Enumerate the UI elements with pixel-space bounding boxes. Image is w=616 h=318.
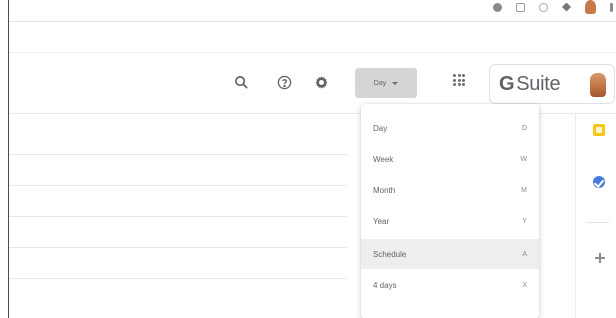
menu-item-year[interactable]: Year Y xyxy=(361,206,539,236)
add-icon[interactable] xyxy=(595,253,605,263)
gsuite-logo: G Suite xyxy=(499,72,561,96)
search-icon[interactable] xyxy=(231,72,251,92)
menu-item-label: Schedule xyxy=(373,249,407,259)
chevron-down-icon xyxy=(392,81,399,85)
menu-item-shortcut: X xyxy=(522,281,527,289)
calendar-toolbar: Day G Suite xyxy=(9,64,616,104)
settings-icon[interactable] xyxy=(311,72,331,92)
menu-item-4-days[interactable]: 4 days X xyxy=(361,270,539,300)
menu-item-shortcut: W xyxy=(520,155,527,163)
extension-icon[interactable] xyxy=(539,2,548,12)
calendar-grid-line xyxy=(9,278,347,279)
browser-menu-icon[interactable] xyxy=(610,2,613,12)
avatar[interactable] xyxy=(590,73,606,97)
extension-icon[interactable] xyxy=(562,2,571,12)
menu-item-label: 4 days xyxy=(373,280,397,290)
menu-item-month[interactable]: Month M xyxy=(361,175,539,205)
keep-icon[interactable] xyxy=(593,124,605,136)
menu-item-shortcut: A xyxy=(522,250,527,258)
calendar-grid-line xyxy=(9,154,347,155)
menu-item-schedule[interactable]: Schedule A xyxy=(361,239,539,269)
menu-item-week[interactable]: Week W xyxy=(361,144,539,174)
menu-item-label: Day xyxy=(373,123,388,133)
divider xyxy=(587,222,609,223)
view-select-label: Day xyxy=(373,79,387,87)
browser-extension-icons xyxy=(493,0,613,14)
menu-item-shortcut: M xyxy=(521,186,527,194)
apps-grid-icon[interactable] xyxy=(453,74,465,86)
calendar-grid-line xyxy=(9,185,347,186)
divider xyxy=(9,52,616,53)
extension-icon[interactable] xyxy=(493,2,502,12)
account-switcher[interactable]: G Suite xyxy=(489,64,615,104)
menu-item-label: Week xyxy=(373,154,394,164)
menu-item-label: Month xyxy=(373,185,396,195)
calendar-grid-line xyxy=(9,247,347,248)
gsuite-logo-suite: Suite xyxy=(516,72,561,95)
menu-item-day[interactable]: Day D xyxy=(361,113,539,143)
browser-toolbar xyxy=(9,0,616,22)
calendar-grid-line xyxy=(9,216,347,217)
gsuite-logo-g: G xyxy=(499,72,515,95)
menu-item-shortcut: D xyxy=(521,124,527,132)
menu-item-label: Year xyxy=(373,216,390,226)
menu-item-shortcut: Y xyxy=(522,217,527,225)
extension-icon[interactable] xyxy=(516,2,525,12)
side-panel-divider xyxy=(575,113,576,318)
view-menu: Day D Week W Month M Year Y Schedule A 4… xyxy=(361,104,539,318)
view-select-button[interactable]: Day xyxy=(355,68,417,98)
help-icon[interactable] xyxy=(274,72,294,92)
profile-avatar-icon[interactable] xyxy=(585,0,596,14)
app-frame: Day G Suite Day D Week W Month M Year Y … xyxy=(8,0,616,318)
tasks-icon[interactable] xyxy=(593,176,605,188)
